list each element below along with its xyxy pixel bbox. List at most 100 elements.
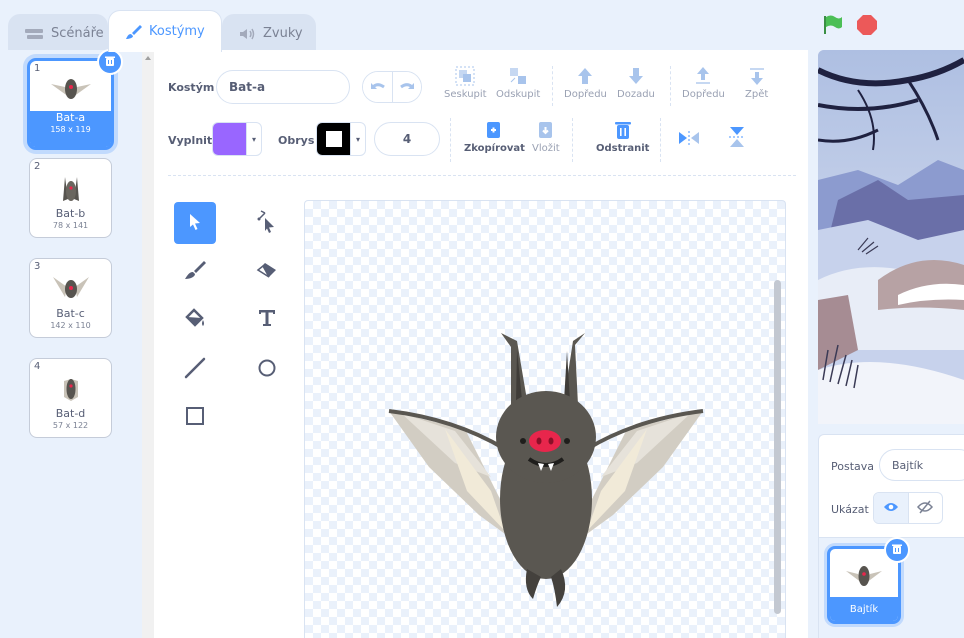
paint-canvas[interactable]: [304, 200, 786, 638]
sprite-list: Bajtík: [818, 537, 964, 638]
eraser-tool[interactable]: [246, 250, 288, 292]
scroll-up-arrow-icon[interactable]: [145, 56, 151, 60]
tab-sounds-label: Zvuky: [263, 26, 303, 41]
costume-name-value: Bat-a: [229, 80, 266, 94]
sprite-tile-bajtik[interactable]: Bajtík: [827, 537, 910, 624]
fill-color-picker[interactable]: ▾: [212, 122, 262, 156]
reshape-icon: [256, 209, 278, 237]
brush-icon: [125, 23, 143, 41]
send-to-back-icon: [747, 66, 767, 89]
costume-name: Bat-d: [55, 407, 86, 420]
costume-name: Bat-b: [55, 207, 86, 220]
costume-list: 1 Bat-a 158 x 119 2 Bat-b 78 x 141 3 Bat…: [0, 49, 140, 638]
copy-button[interactable]: Zkopírovat: [464, 120, 525, 154]
delete-label: Odstranit: [596, 143, 650, 154]
toolbar-divider: [670, 66, 671, 106]
reshape-tool[interactable]: [246, 202, 288, 244]
costume-size: 57 x 122: [52, 421, 89, 430]
speaker-icon: [239, 27, 257, 41]
chevron-down-icon: ▾: [350, 123, 365, 155]
outline-width-value: 4: [402, 132, 412, 146]
sprite-tile-label: Bajtík: [830, 597, 898, 621]
sprite-tile-name: Bajtík: [849, 603, 879, 615]
costume-item-bat-b[interactable]: 2 Bat-b 78 x 141: [29, 158, 112, 238]
toolbar-divider: [552, 66, 553, 106]
flip-vertical-icon: [728, 126, 746, 151]
group-label: Seskupit: [444, 89, 487, 100]
costume-name: Bat-a: [55, 111, 86, 124]
backward-button[interactable]: Dozadu: [617, 66, 655, 100]
front-button[interactable]: Dopředu: [682, 66, 725, 100]
undo-button[interactable]: [363, 72, 392, 102]
circle-tool[interactable]: [246, 348, 288, 390]
flip-horizontal-button[interactable]: [678, 130, 700, 149]
visibility-toggle: [873, 492, 943, 524]
costume-list-scrollbar[interactable]: [142, 52, 154, 638]
front-label: Dopředu: [682, 89, 725, 100]
forward-label: Dopředu: [564, 89, 607, 100]
flip-vertical-button[interactable]: [728, 126, 746, 151]
toolbar-divider: [572, 118, 573, 162]
group-button[interactable]: Seskupit: [444, 66, 487, 100]
toolbar-divider: [660, 118, 661, 162]
brush-tool[interactable]: [174, 250, 216, 292]
text-tool[interactable]: [246, 298, 288, 340]
show-label: Ukázat: [831, 503, 869, 516]
sprite-name-input[interactable]: Bajtík: [879, 449, 964, 481]
costume-size: 142 x 110: [50, 321, 91, 330]
costume-number: 3: [34, 261, 41, 272]
redo-icon: [399, 80, 415, 95]
sprite-info-panel: Postava Bajtík Ukázat: [818, 434, 964, 538]
stop-icon[interactable]: [856, 14, 878, 39]
redo-button[interactable]: [392, 72, 421, 102]
bat-thumbnail: [844, 563, 884, 594]
bat-thumbnail: [51, 273, 91, 306]
stage-preview[interactable]: [818, 50, 964, 424]
hide-sprite-button[interactable]: [907, 493, 942, 523]
circle-icon: [257, 358, 277, 381]
delete-costume-button[interactable]: [97, 49, 123, 75]
forward-button[interactable]: Dopředu: [564, 66, 607, 100]
trash-icon: [614, 120, 632, 143]
outline-color-picker[interactable]: ▾: [316, 122, 366, 156]
bat-costume-image: [388, 333, 704, 607]
costume-name-input[interactable]: Bat-a: [216, 70, 350, 104]
tab-sounds[interactable]: Zvuky: [222, 14, 316, 52]
back-button[interactable]: Zpět: [745, 66, 768, 100]
outline-width-input[interactable]: 4: [374, 122, 440, 156]
costume-item-bat-a[interactable]: 1 Bat-a 158 x 119: [27, 49, 123, 150]
canvas-scrollbar[interactable]: [774, 280, 781, 614]
trash-icon: [891, 543, 903, 558]
back-label: Zpět: [745, 89, 769, 100]
bat-thumbnail: [49, 75, 93, 106]
text-icon: [257, 308, 277, 331]
editor-tabs: Scénáře Kostýmy Zvuky: [0, 10, 810, 52]
chevron-down-icon: ▾: [246, 123, 261, 155]
select-tool[interactable]: [174, 202, 216, 244]
costume-item-bat-d[interactable]: 4 Bat-d 57 x 122: [29, 358, 112, 438]
copy-label: Zkopírovat: [464, 143, 525, 154]
line-tool[interactable]: [174, 348, 216, 390]
tab-code[interactable]: Scénáře: [8, 14, 108, 52]
green-flag-icon[interactable]: [822, 14, 844, 39]
costume-size: 78 x 141: [52, 221, 89, 230]
costume-name: Bat-c: [56, 307, 85, 320]
line-icon: [184, 357, 206, 382]
rectangle-icon: [185, 406, 205, 429]
tab-costumes[interactable]: Kostýmy: [108, 10, 222, 52]
delete-sprite-button[interactable]: [884, 537, 910, 563]
rectangle-tool[interactable]: [174, 396, 216, 438]
delete-button[interactable]: Odstranit: [596, 120, 649, 154]
costume-number: 1: [34, 63, 41, 74]
arrow-up-icon: [575, 66, 595, 89]
costume-item-bat-c[interactable]: 3 Bat-c 142 x 110: [29, 258, 112, 338]
arrow-down-icon: [626, 66, 646, 89]
tab-costumes-label: Kostýmy: [149, 24, 205, 39]
ungroup-button[interactable]: Odskupit: [496, 66, 540, 100]
bat-thumbnail: [56, 173, 86, 208]
show-sprite-button[interactable]: [874, 493, 908, 523]
paste-button[interactable]: Vložit: [532, 120, 560, 154]
eye-icon: [883, 501, 899, 516]
bat-thumbnail: [59, 373, 83, 408]
fill-tool[interactable]: [174, 298, 216, 340]
